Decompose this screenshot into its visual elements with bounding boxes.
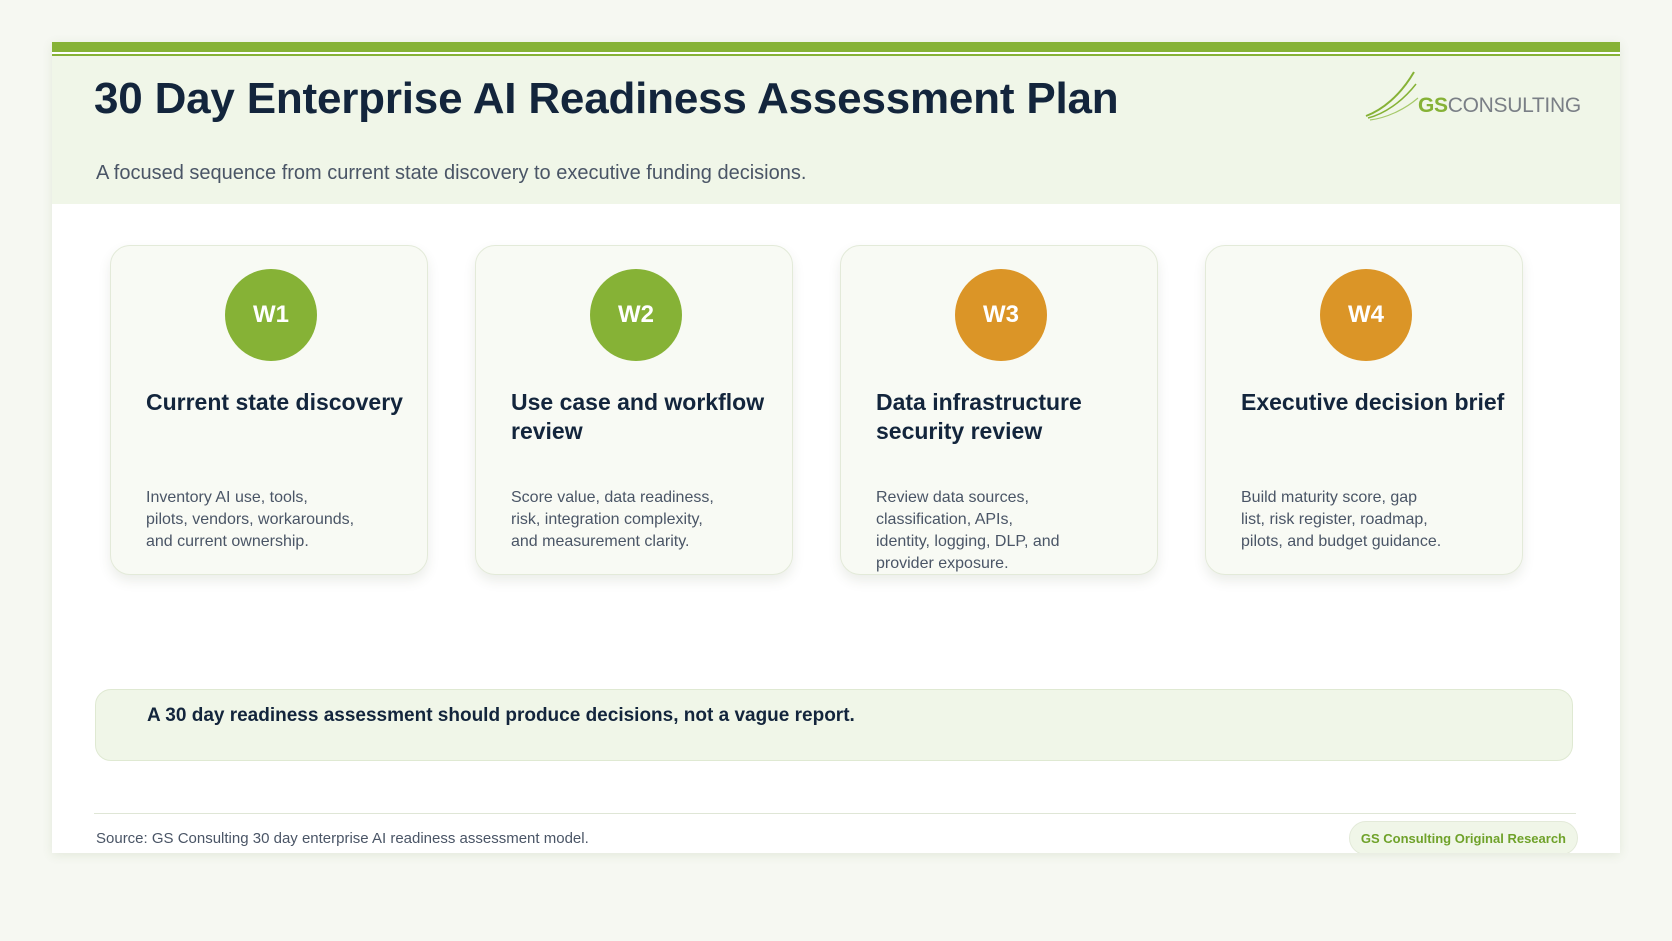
gs-consulting-logo: GSCONSULTING — [1364, 70, 1581, 124]
week-badge: W3 — [955, 269, 1047, 361]
key-takeaway-callout: A 30 day readiness assessment should pro… — [95, 689, 1573, 761]
description-line: Score value, data readiness, — [511, 489, 714, 506]
description-line: identity, logging, DLP, and — [876, 533, 1060, 550]
phase-title: Use case and workflow review — [511, 389, 765, 444]
page-subtitle: A focused sequence from current state di… — [96, 162, 807, 184]
week-badge: W2 — [590, 269, 682, 361]
description-line: Review data sources, — [876, 489, 1029, 506]
header-band: 30 Day Enterprise AI Readiness Assessmen… — [52, 56, 1620, 204]
description-line: provider exposure. — [876, 555, 1009, 572]
phase-cards: W1 Current state discovery Inventory AI … — [110, 245, 1590, 577]
logo-wordmark: GSCONSULTING — [1418, 94, 1581, 118]
phase-title: Data infrastructure security review — [876, 389, 1082, 444]
week-badge: W1 — [225, 269, 317, 361]
phase-card-w2: W2 Use case and workflow review Score va… — [475, 245, 793, 575]
description-line: classification, APIs, — [876, 511, 1013, 528]
description-line: and measurement clarity. — [511, 533, 690, 550]
swoosh-icon — [1365, 71, 1419, 121]
phase-description: Build maturity score, gap list, risk reg… — [1241, 487, 1461, 553]
description-line: risk, integration complexity, — [511, 511, 703, 528]
phase-card-w1: W1 Current state discovery Inventory AI … — [110, 245, 428, 575]
description-line: pilots, vendors, workarounds, — [146, 511, 355, 528]
phase-description: Inventory AI use, tools, pilots, vendors… — [146, 487, 366, 553]
phase-card-w4: W4 Executive decision brief Build maturi… — [1205, 245, 1523, 575]
phase-card-w3: W3 Data infrastructure security review R… — [840, 245, 1158, 575]
source-note: Source: GS Consulting 30 day enterprise … — [96, 830, 589, 847]
phase-description: Review data sources, classification, API… — [876, 487, 1096, 575]
description-line: Build maturity score, gap — [1241, 489, 1418, 506]
description-line: and current ownership. — [146, 533, 309, 550]
phase-title: Executive decision brief — [1241, 389, 1505, 415]
phase-description: Score value, data readiness, risk, integ… — [511, 487, 731, 553]
page-title: 30 Day Enterprise AI Readiness Assessmen… — [94, 74, 1119, 123]
description-line: Inventory AI use, tools, — [146, 489, 308, 506]
callout-text: A 30 day readiness assessment should pro… — [147, 705, 855, 726]
footer-divider — [94, 813, 1576, 814]
logo-brand-rest: CONSULTING — [1447, 94, 1581, 117]
top-accent-bar — [52, 42, 1620, 52]
phase-title: Current state discovery — [146, 389, 403, 415]
description-line: list, risk register, roadmap, — [1241, 511, 1428, 528]
description-line: pilots, and budget guidance. — [1241, 533, 1442, 550]
week-badge: W4 — [1320, 269, 1412, 361]
original-research-badge: GS Consulting Original Research — [1348, 821, 1578, 853]
slide: 30 Day Enterprise AI Readiness Assessmen… — [52, 42, 1620, 853]
top-accent-line — [52, 54, 1620, 56]
logo-brand-bold: GS — [1418, 94, 1448, 117]
